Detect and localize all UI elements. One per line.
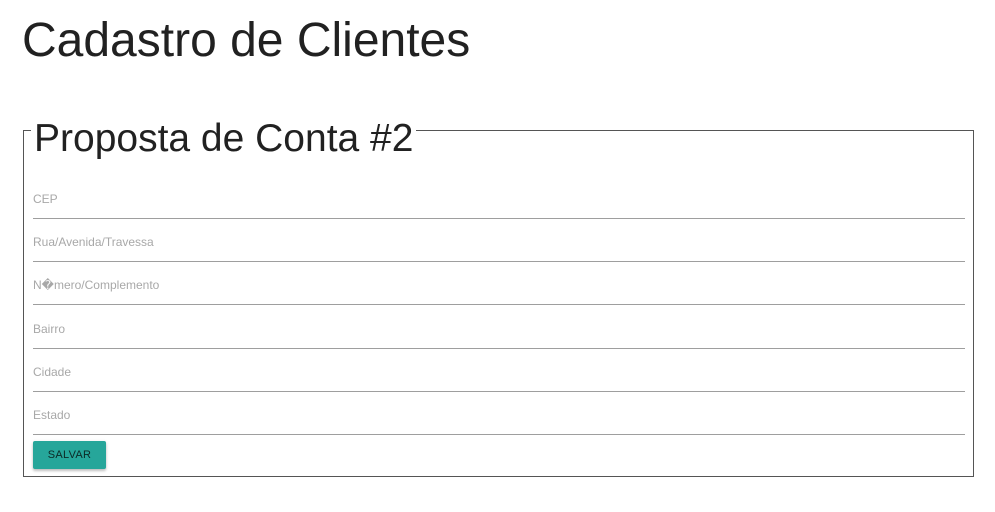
state-field	[33, 396, 965, 436]
save-button[interactable]: SALVAR	[33, 441, 106, 469]
street-input[interactable]	[33, 223, 965, 262]
form-legend: Proposta de Conta #2	[31, 115, 417, 163]
city-input[interactable]	[33, 353, 965, 392]
page: Cadastro de Clientes Proposta de Conta #…	[0, 0, 995, 512]
page-title: Cadastro de Clientes	[22, 14, 471, 67]
street-field	[33, 223, 965, 263]
cep-field	[33, 180, 965, 220]
city-field	[33, 353, 965, 393]
number-complement-field	[33, 266, 965, 306]
neighborhood-field	[33, 310, 965, 350]
neighborhood-input[interactable]	[33, 310, 965, 349]
account-proposal-form: Proposta de Conta #2 SALVAR	[23, 115, 974, 477]
cep-input[interactable]	[33, 180, 965, 219]
state-input[interactable]	[33, 396, 965, 435]
number-complement-input[interactable]	[33, 266, 965, 305]
